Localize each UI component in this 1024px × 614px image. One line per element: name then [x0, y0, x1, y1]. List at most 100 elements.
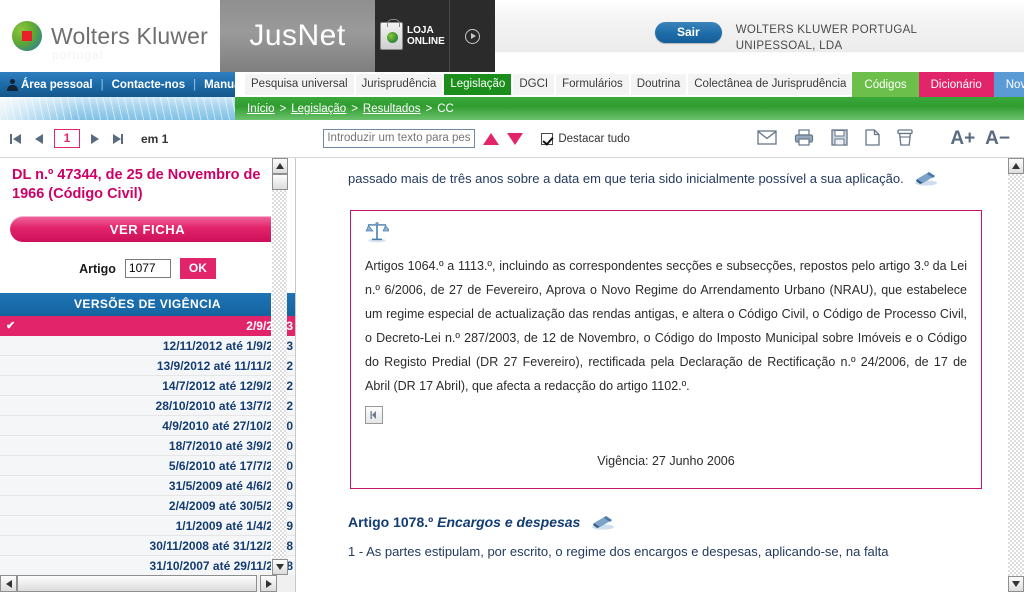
version-item[interactable]: 14/7/2012 até 12/9/2012 — [0, 376, 295, 396]
version-item[interactable]: 2/4/2009 até 30/5/2009 — [0, 496, 295, 516]
loja-label-line1: LOJA — [407, 25, 434, 36]
law-title: DL n.º 47344, de 25 de Novembro de 1966 … — [12, 167, 261, 202]
document-toolbar: 1 em 1 Destacar tudo A+ A− — [0, 120, 1024, 158]
version-item[interactable]: 5/6/2010 até 17/7/2010 — [0, 456, 295, 476]
checkbox-box — [541, 132, 554, 145]
nav-quick-buttons: Códigos Dicionário Novidades — [852, 72, 1024, 97]
decorative-banner — [0, 97, 235, 120]
sidebar: DL n.º 47344, de 25 de Novembro de 1966 … — [0, 158, 296, 592]
breadcrumb-item-resultados[interactable]: Resultados — [363, 103, 421, 115]
last-page-icon[interactable] — [109, 131, 124, 146]
vigencia-label: Vigência: 27 Junho 2006 — [597, 454, 735, 468]
scroll-thumb[interactable] — [272, 174, 288, 190]
hscroll-thumb[interactable] — [17, 575, 257, 592]
loja-label-line2: ONLINE — [407, 36, 445, 47]
back-button[interactable] — [365, 406, 383, 424]
highlight-all-label: Destacar tudo — [558, 132, 630, 145]
search-input[interactable] — [323, 129, 476, 148]
tab-colectanea-jurisprudencia[interactable]: Colectânea de Jurisprudência — [688, 74, 853, 95]
ver-ficha-button[interactable]: VER FICHA — [10, 216, 285, 242]
scroll-up-button[interactable] — [272, 158, 288, 174]
highlight-all-checkbox[interactable]: Destacar tudo — [541, 132, 630, 145]
media-play-button[interactable] — [450, 0, 495, 72]
version-item[interactable]: 1/1/2009 até 1/4/2009 — [0, 516, 295, 536]
nav-contact[interactable]: Contacte-nos — [112, 79, 185, 91]
scroll-right-button[interactable] — [260, 575, 277, 592]
scroll-left-button[interactable] — [0, 575, 17, 592]
breadcrumb-item-cc: CC — [437, 102, 454, 115]
gavel-icon[interactable] — [590, 510, 616, 530]
version-item[interactable]: 13/9/2012 até 11/11/2012 — [0, 356, 295, 376]
find-in-document: Destacar tudo — [323, 129, 630, 148]
document-viewer: passado mais de três anos sobre a data e… — [296, 158, 1024, 592]
logout-button[interactable]: Sair — [655, 22, 722, 43]
page-body: DL n.º 47344, de 25 de Novembro de 1966 … — [0, 158, 1024, 592]
loja-online-button[interactable]: LOJA ONLINE — [375, 0, 450, 72]
breadcrumb-separator-2: > — [351, 102, 358, 115]
nav-personal-area[interactable]: Área pessoal — [21, 79, 93, 91]
version-item[interactable]: 28/10/2010 até 13/7/2012 — [0, 396, 295, 416]
breadcrumb-item-legislacao[interactable]: Legislação — [291, 103, 346, 115]
sidebar-horizontal-scrollbar[interactable] — [0, 575, 295, 592]
tab-pesquisa-universal[interactable]: Pesquisa universal — [245, 74, 354, 95]
tab-formularios[interactable]: Formulários — [556, 74, 629, 95]
sidebar-vertical-scrollbar[interactable] — [271, 158, 288, 575]
font-decrease-button[interactable]: A− — [985, 128, 1010, 150]
first-page-icon[interactable] — [10, 131, 25, 146]
versions-header: VERSÕES DE VIGÊNCIA — [0, 293, 295, 316]
dicionario-button[interactable]: Dicionário — [918, 72, 994, 97]
nav-divider-2: | — [193, 78, 197, 91]
version-item-selected[interactable]: ✔ 2/9/2013 — [0, 316, 295, 336]
main-scroll-down-button[interactable] — [1008, 576, 1024, 592]
next-page-icon[interactable] — [87, 131, 102, 146]
find-next-icon[interactable] — [507, 132, 524, 145]
version-item[interactable]: 31/5/2009 até 4/6/2010 — [0, 476, 295, 496]
main-navigation: Área pessoal | Contacte-nos | Manual Pes… — [0, 72, 1024, 97]
novidades-button[interactable]: Novidades — [993, 72, 1024, 97]
shopping-bag-icon — [380, 19, 403, 50]
client-name: WOLTERS KLUWER PORTUGAL UNIPESSOAL, LDA — [736, 22, 918, 54]
article-number: Artigo 1078.º — [348, 514, 434, 530]
product-logo-jusnet[interactable]: JusNet — [220, 0, 375, 72]
brand-logo[interactable]: Wolters Kluwer portugal — [0, 0, 220, 72]
user-icon — [6, 78, 18, 91]
main-scroll-up-button[interactable] — [1008, 158, 1024, 174]
document-content: passado mais de três anos sobre a data e… — [296, 158, 1024, 567]
callout-text: Artigos 1064.º a 1113.º, incluindo as co… — [365, 259, 967, 393]
font-increase-button[interactable]: A+ — [950, 128, 975, 150]
mail-icon[interactable] — [757, 129, 777, 148]
tab-jurisprudencia[interactable]: Jurisprudência — [355, 74, 443, 95]
tab-dgci[interactable]: DGCI — [513, 74, 555, 95]
scroll-down-button[interactable] — [272, 559, 288, 575]
main-vertical-scrollbar[interactable] — [1008, 158, 1024, 592]
version-item[interactable]: 12/11/2012 até 1/9/2013 — [0, 336, 295, 356]
artigo-ok-button[interactable]: OK — [179, 258, 216, 279]
print-icon[interactable] — [794, 128, 814, 149]
wolters-kluwer-globe-icon — [12, 21, 42, 51]
version-item[interactable]: 4/9/2010 até 27/10/2010 — [0, 416, 295, 436]
new-document-icon[interactable] — [865, 128, 880, 149]
pagination-controls: 1 em 1 — [10, 129, 168, 148]
tab-legislacao[interactable]: Legislação — [444, 74, 512, 95]
gavel-icon[interactable] — [913, 167, 939, 186]
intro-paragraph: passado mais de três anos sobre a data e… — [348, 164, 984, 194]
version-item[interactable]: 30/11/2008 até 31/12/2008 — [0, 536, 295, 556]
page-number-input[interactable]: 1 — [54, 129, 80, 148]
brand-subtitle: portugal — [52, 48, 104, 62]
breadcrumb: Início > Legislação > Resultados > CC — [235, 97, 1024, 120]
breadcrumb-item-inicio[interactable]: Início — [247, 103, 275, 115]
artigo-input[interactable] — [124, 259, 171, 278]
save-icon[interactable] — [831, 128, 848, 149]
find-previous-icon[interactable] — [483, 132, 500, 145]
breadcrumb-separator-3: > — [425, 102, 433, 115]
product-name: JusNet — [249, 19, 346, 52]
previous-page-icon[interactable] — [32, 131, 47, 146]
play-circle-icon — [465, 28, 480, 44]
scales-of-justice-icon — [365, 222, 391, 246]
delete-icon[interactable] — [897, 128, 913, 149]
codigos-button[interactable]: Códigos — [852, 72, 919, 97]
tab-doutrina[interactable]: Doutrina — [630, 74, 687, 95]
version-item[interactable]: 31/10/2007 até 29/11/2008 — [0, 556, 295, 576]
version-item[interactable]: 18/7/2010 até 3/9/2010 — [0, 436, 295, 456]
document-actions: A+ A− — [757, 128, 1014, 150]
